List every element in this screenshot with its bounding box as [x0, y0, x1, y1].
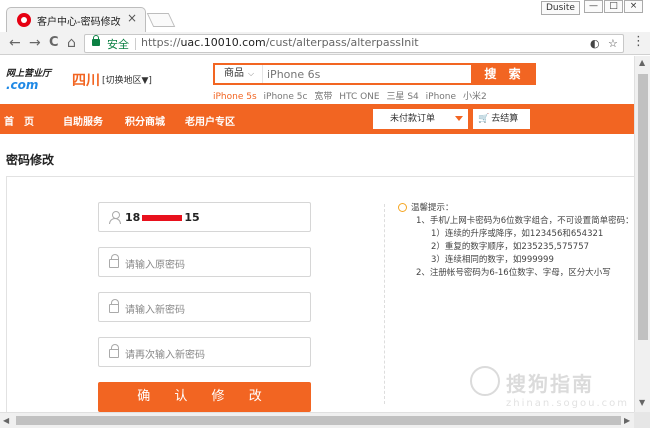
region-name: 四川 — [72, 73, 100, 89]
unicom-favicon-icon — [17, 13, 31, 27]
tip-line: 3）连续相同的数字，如999999 — [431, 255, 554, 265]
search-category-select[interactable]: 商品 ⌵ — [215, 65, 263, 83]
sogou-watermark: 搜狗指南 zhinan.sogou.com — [470, 366, 630, 412]
scrollbar-corner — [634, 412, 650, 428]
tips-title: 温馨提示： — [411, 203, 454, 213]
phone-number-value: 18 15 — [125, 211, 200, 224]
tab-title: 客户中心-密码修改 — [37, 17, 121, 28]
minimize-button[interactable]: — — [584, 0, 603, 13]
tip-line: 1）连续的升序或降序，如123456和654321 — [431, 229, 604, 239]
hot-keyword-link[interactable]: 三星 S4 — [386, 92, 418, 102]
address-bar[interactable]: 安全 https://uac.10010.com/cust/alterpass/… — [84, 34, 624, 53]
horizontal-scrollbar[interactable]: ◀ ▶ — [0, 412, 634, 428]
new-password-placeholder: 请输入新密码 — [125, 305, 185, 316]
nav-item-old-user-zone[interactable]: 老用户专区 — [185, 113, 235, 128]
scroll-left-arrow-icon[interactable]: ◀ — [3, 416, 9, 425]
hot-keywords: iPhone 5s iPhone 5c 宽带 HTC ONE 三星 S4 iPh… — [213, 89, 491, 102]
vertical-scroll-thumb[interactable] — [638, 74, 648, 340]
lightbulb-icon — [398, 203, 407, 212]
new-tab-button[interactable] — [146, 13, 176, 27]
browser-titlebar: 客户中心-密码修改 × Dusite — □ × — [0, 0, 650, 32]
browser-tab-active[interactable]: 客户中心-密码修改 × — [6, 7, 146, 32]
reload-icon[interactable]: C — [49, 35, 59, 51]
browser-menu-icon[interactable]: ⋮ — [632, 35, 645, 49]
region-switch-link[interactable]: [切换地区▼] — [102, 73, 152, 86]
phone-number-field[interactable]: 18 15 — [98, 202, 311, 232]
hot-keyword-link[interactable]: iPhone — [426, 92, 456, 102]
vertical-scrollbar[interactable]: ▲ ▼ — [634, 56, 650, 412]
browser-toolbar: ← → C ⌂ 安全 https://uac.10010.com/cust/al… — [0, 32, 650, 55]
address-separator — [135, 38, 136, 50]
nav-item-self-service[interactable]: 自助服务 — [63, 113, 103, 128]
cart-icon: 🛒 — [478, 114, 490, 124]
hot-keyword-link[interactable]: HTC ONE — [339, 92, 379, 102]
dropdown-triangle-icon — [455, 116, 463, 121]
horizontal-scroll-thumb[interactable] — [16, 416, 621, 425]
home-icon[interactable]: ⌂ — [67, 35, 76, 51]
lock-icon — [109, 254, 119, 268]
new-password-field[interactable]: 请输入新密码 — [98, 292, 311, 322]
lock-icon — [109, 344, 119, 358]
page-content: 网上营业厅 .com 四川 [切换地区▼] 商品⌵ 搜 索 iPhone 5s … — [0, 56, 634, 412]
search-button[interactable]: 搜 索 — [473, 63, 536, 85]
sogou-logo-icon — [470, 366, 500, 396]
site-logo[interactable]: 网上营业厅 .com — [6, 66, 56, 92]
tab-close-icon[interactable]: × — [127, 11, 137, 25]
secure-label: 安全 — [107, 38, 129, 51]
search-box: 商品 ⌵ — [213, 63, 473, 85]
unpaid-orders-select[interactable]: 未付款订单 — [373, 109, 468, 129]
url-text[interactable]: https://uac.10010.com/cust/alterpass/alt… — [141, 36, 419, 49]
hot-keyword-link[interactable]: 小米2 — [463, 92, 487, 102]
lock-icon — [109, 299, 119, 313]
nav-item-points-mall[interactable]: 积分商城 — [125, 113, 165, 128]
nav-item-home[interactable]: 首 页 — [4, 113, 34, 128]
page-title: 密码修改 — [6, 153, 55, 167]
tips-box: 温馨提示： 1、手机/上网卡密码为6位数字组合，不可设置简单密码： 1）连续的升… — [398, 202, 634, 280]
tip-line: 2、注册帐号密码为6-16位数字、字母，区分大小写 — [416, 268, 611, 278]
checkout-button[interactable]: 🛒 去结算 — [473, 109, 530, 129]
hot-keyword-link[interactable]: 宽带 — [314, 92, 332, 102]
confirm-password-placeholder: 请再次输入新密码 — [125, 350, 205, 361]
profile-badge[interactable]: Dusite — [541, 1, 580, 15]
maximize-button[interactable]: □ — [604, 0, 623, 13]
redaction-bar — [142, 215, 183, 221]
confirm-change-button[interactable]: 确 认 修 改 — [98, 382, 311, 412]
back-arrow-icon[interactable]: ← — [9, 35, 21, 51]
hot-keyword-link[interactable]: iPhone 5c — [264, 92, 308, 102]
old-password-field[interactable]: 请输入原密码 — [98, 247, 311, 277]
hot-keyword-link[interactable]: iPhone 5s — [213, 92, 257, 102]
scroll-up-arrow-icon[interactable]: ▲ — [639, 58, 645, 67]
search-input[interactable] — [267, 65, 467, 83]
extension-icon[interactable]: ◐ — [590, 37, 600, 50]
forward-arrow-icon[interactable]: → — [29, 35, 41, 51]
scroll-down-arrow-icon[interactable]: ▼ — [639, 398, 645, 407]
user-icon — [109, 211, 121, 224]
scroll-right-arrow-icon[interactable]: ▶ — [624, 416, 630, 425]
vertical-divider — [384, 204, 385, 404]
tip-line: 2）重复的数字顺序，如235235,575757 — [431, 242, 590, 252]
main-navbar: 首 页 自助服务 积分商城 老用户专区 未付款订单 🛒 去结算 — [0, 104, 634, 134]
secure-lock-icon — [92, 35, 100, 46]
old-password-placeholder: 请输入原密码 — [125, 260, 185, 271]
close-window-button[interactable]: × — [624, 0, 643, 13]
tip-line: 1、手机/上网卡密码为6位数字组合，不可设置简单密码： — [416, 216, 634, 226]
confirm-password-field[interactable]: 请再次输入新密码 — [98, 337, 311, 367]
bookmark-star-icon[interactable]: ☆ — [608, 37, 618, 50]
chevron-down-icon: ⌵ — [248, 69, 255, 78]
